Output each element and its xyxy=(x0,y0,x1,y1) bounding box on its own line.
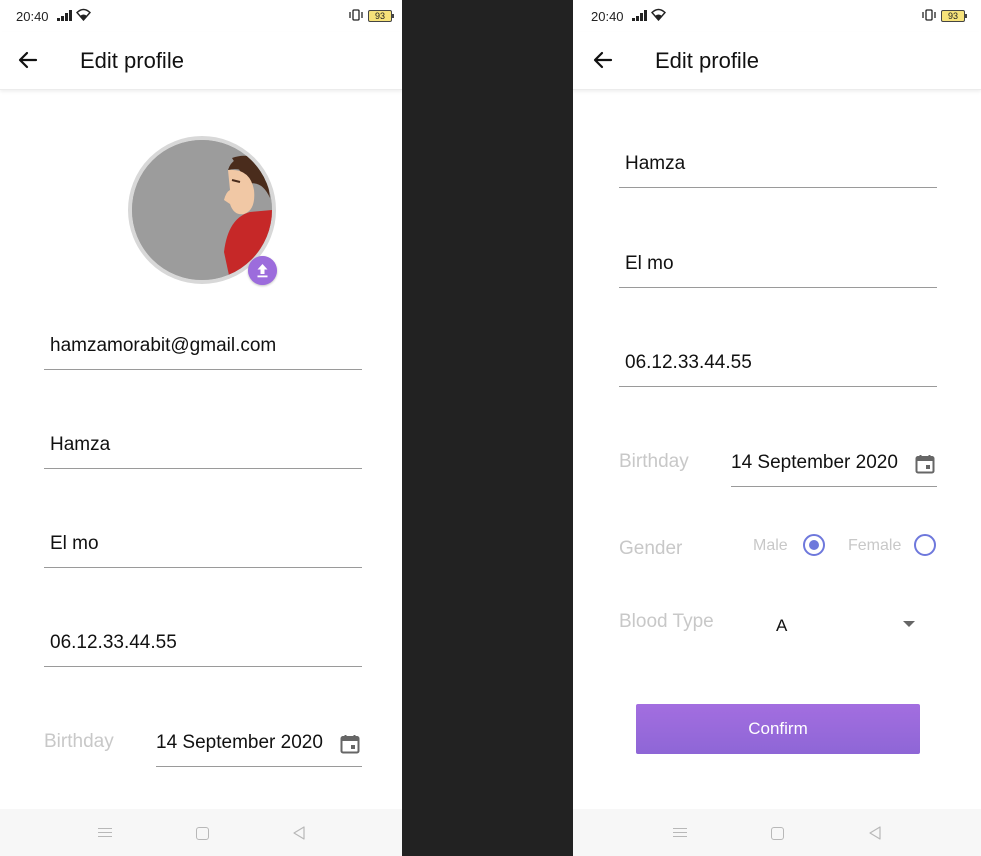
wifi-icon xyxy=(76,8,91,21)
status-bar: 20:40 93 xyxy=(573,0,981,32)
edit-profile-screen-left: 20:40 93 Edit profile hamzamorabit@gmail… xyxy=(0,0,402,856)
status-bar: 20:40 93 xyxy=(0,0,402,32)
email-field-value: hamzamorabit@gmail.com xyxy=(50,335,277,356)
edit-profile-screen-right: 20:40 93 Edit profile Hamza El mo 06.12.… xyxy=(573,0,981,856)
last-name-field-value: El mo xyxy=(50,533,99,554)
phone-field-value: 06.12.33.44.55 xyxy=(50,632,177,653)
triangle-back-icon[interactable] xyxy=(291,825,307,841)
upload-icon[interactable] xyxy=(248,256,277,285)
phone-field[interactable]: 06.12.33.44.55 xyxy=(619,351,937,387)
first-name-field[interactable]: Hamza xyxy=(619,152,937,188)
signal-icon xyxy=(632,10,647,21)
battery-icon: 93 xyxy=(941,10,967,22)
triangle-back-icon[interactable] xyxy=(867,825,883,841)
chevron-down-icon xyxy=(903,621,915,627)
wifi-icon xyxy=(651,8,666,21)
confirm-button[interactable]: Confirm xyxy=(636,704,920,754)
profile-photo[interactable] xyxy=(128,136,278,286)
page-title: Edit profile xyxy=(655,48,759,73)
battery-icon: 93 xyxy=(368,10,394,22)
system-nav-bar xyxy=(573,809,981,856)
blood-type-select[interactable]: A xyxy=(773,605,923,641)
birthday-field[interactable]: 14 September 2020 xyxy=(156,731,362,767)
birthday-label: Birthday xyxy=(44,731,114,752)
birthday-field-value: 14 September 2020 xyxy=(156,732,323,753)
app-bar: Edit profile xyxy=(0,32,402,90)
menu-icon[interactable] xyxy=(98,828,112,838)
gender-option-female-label: Female xyxy=(848,537,902,554)
blood-type-label: Blood Type xyxy=(619,611,714,632)
avatar-illustration xyxy=(132,140,272,280)
status-time: 20:40 xyxy=(591,9,624,24)
gender-label: Gender xyxy=(619,538,683,559)
square-home-icon[interactable] xyxy=(196,827,209,840)
status-time: 20:40 xyxy=(16,9,49,24)
blood-type-value: A xyxy=(776,616,788,635)
last-name-field[interactable]: El mo xyxy=(619,252,937,288)
phone-field-value: 06.12.33.44.55 xyxy=(625,352,752,373)
calendar-icon[interactable] xyxy=(340,734,360,754)
gender-radio-male[interactable] xyxy=(803,534,825,556)
vibrate-icon xyxy=(922,9,936,21)
birthday-field-value: 14 September 2020 xyxy=(731,452,898,473)
arrow-left-icon[interactable] xyxy=(16,48,40,72)
phone-field[interactable]: 06.12.33.44.55 xyxy=(44,631,362,667)
first-name-field-value: Hamza xyxy=(625,153,686,174)
gender-radio-female[interactable] xyxy=(914,534,936,556)
menu-icon[interactable] xyxy=(673,828,687,838)
first-name-field-value: Hamza xyxy=(50,434,111,455)
email-field[interactable]: hamzamorabit@gmail.com xyxy=(44,334,362,370)
calendar-icon[interactable] xyxy=(915,454,935,474)
gender-option-male-label: Male xyxy=(753,537,788,554)
arrow-left-icon[interactable] xyxy=(591,48,615,72)
vibrate-icon xyxy=(349,9,363,21)
last-name-field-value: El mo xyxy=(625,253,674,274)
last-name-field[interactable]: El mo xyxy=(44,532,362,568)
birthday-label: Birthday xyxy=(619,451,689,472)
first-name-field[interactable]: Hamza xyxy=(44,433,362,469)
app-bar: Edit profile xyxy=(573,32,981,90)
birthday-field[interactable]: 14 September 2020 xyxy=(731,451,937,487)
square-home-icon[interactable] xyxy=(771,827,784,840)
system-nav-bar xyxy=(0,809,402,856)
signal-icon xyxy=(57,10,72,21)
page-title: Edit profile xyxy=(80,48,184,73)
